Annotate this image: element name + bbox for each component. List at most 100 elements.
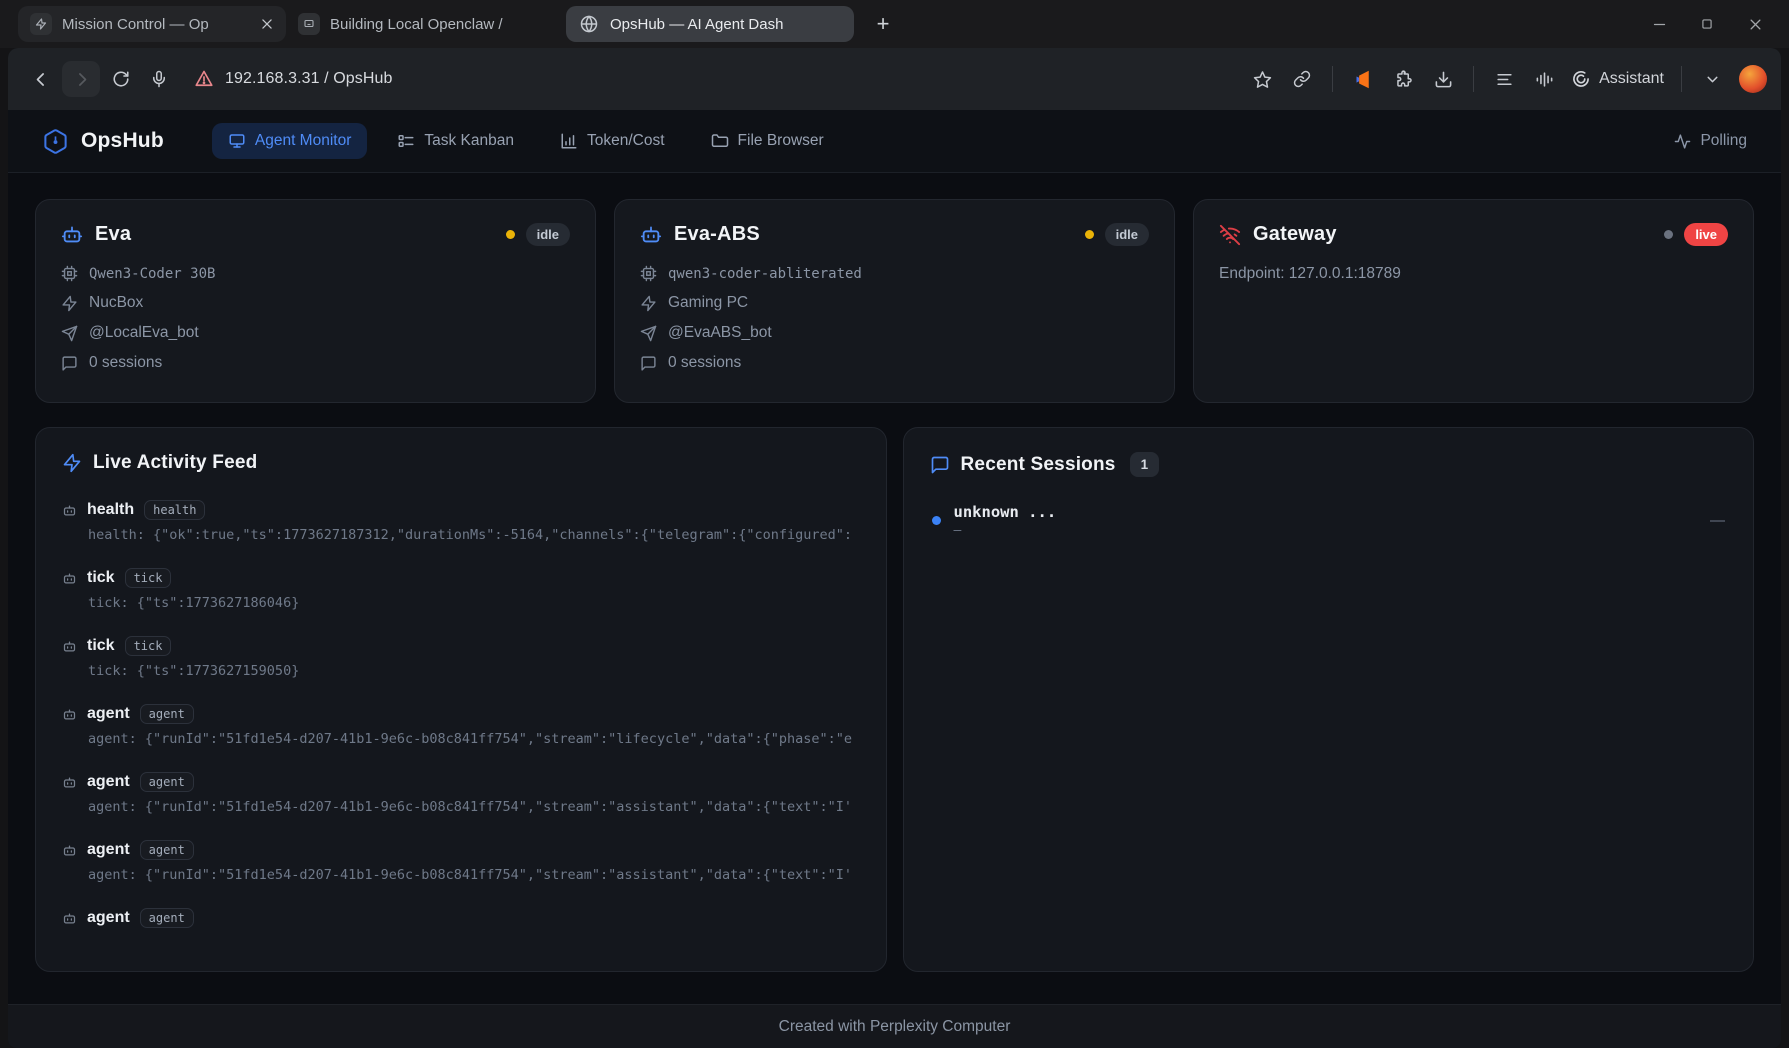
window-close-button[interactable] — [1731, 5, 1779, 43]
download-icon[interactable] — [1424, 61, 1462, 97]
agent-cards-row: Eva idle Qwen3-Coder 30B NucBox @Loc — [35, 199, 1754, 403]
robot-icon — [62, 639, 77, 654]
window-maximize-button[interactable] — [1683, 5, 1731, 43]
agent-card-eva[interactable]: Eva idle Qwen3-Coder 30B NucBox @Loc — [35, 199, 596, 403]
nav-task-kanban[interactable]: Task Kanban — [381, 123, 530, 159]
globe-favicon-icon — [578, 13, 600, 35]
toolbar-divider — [1473, 66, 1474, 92]
live-activity-feed-panel: Live Activity Feed health health health:… — [35, 427, 887, 972]
nav-token-cost[interactable]: Token/Cost — [544, 123, 681, 159]
send-icon — [640, 325, 657, 342]
back-button[interactable] — [22, 61, 60, 97]
event-label: agent — [87, 909, 130, 927]
gateway-card[interactable]: Gateway live Endpoint: 127.0.0.1:18789 — [1193, 199, 1754, 403]
tab-building-openclaw[interactable]: Building Local Openclaw / — [286, 6, 566, 42]
gateway-name: Gateway — [1253, 223, 1337, 246]
assistant-button[interactable]: Assistant — [1565, 69, 1670, 89]
live-badge: live — [1684, 223, 1728, 246]
megaphone-extension-icon[interactable] — [1344, 61, 1382, 97]
tab-title: OpsHub — AI Agent Dash — [610, 16, 842, 33]
event-label: agent — [87, 705, 130, 723]
brand: OpsHub — [42, 128, 164, 155]
chat-bubble-icon — [640, 355, 657, 372]
nav-file-browser[interactable]: File Browser — [695, 123, 840, 159]
panel-title: Live Activity Feed — [93, 452, 257, 474]
agent-telegram-row: @LocalEva_bot — [61, 324, 570, 342]
wifi-off-icon — [1219, 224, 1241, 246]
tab-title: Mission Control — Op — [62, 16, 250, 33]
session-status-dot — [932, 516, 941, 525]
panel-header: Live Activity Feed — [62, 452, 860, 474]
feed-entry[interactable]: agent agent — [62, 908, 860, 928]
agent-telegram-row: @EvaABS_bot — [640, 324, 1149, 342]
event-payload: tick: {"ts":1773627159050} — [62, 663, 852, 679]
insecure-warning-icon[interactable] — [194, 69, 214, 89]
event-payload: tick: {"ts":1773627186046} — [62, 595, 852, 611]
nav-agent-monitor[interactable]: Agent Monitor — [212, 123, 368, 159]
agent-sessions-row: 0 sessions — [640, 354, 1149, 372]
zap-icon — [640, 295, 657, 312]
brand-name: OpsHub — [81, 129, 164, 153]
microphone-icon[interactable] — [140, 61, 178, 97]
reload-button[interactable] — [102, 61, 140, 97]
openclaw-favicon-icon — [298, 13, 320, 35]
polling-status[interactable]: Polling — [1674, 132, 1747, 150]
nav-label: Token/Cost — [587, 132, 665, 150]
status-badge: idle — [1105, 223, 1149, 246]
feed-entry[interactable]: health health health: {"ok":true,"ts":17… — [62, 500, 860, 543]
robot-icon — [62, 571, 77, 586]
assistant-swirl-icon — [1571, 69, 1591, 89]
gateway-status: live — [1664, 223, 1728, 246]
extensions-puzzle-icon[interactable] — [1384, 61, 1422, 97]
zap-icon — [61, 295, 78, 312]
event-payload: agent: {"runId":"51fd1e54-d207-41b1-9e6c… — [62, 799, 852, 815]
agent-card-eva-abs[interactable]: Eva-ABS idle qwen3-coder-abliterated Gam… — [614, 199, 1175, 403]
polling-label: Polling — [1700, 132, 1747, 150]
audio-waveform-icon[interactable] — [1525, 61, 1563, 97]
tab-close-icon[interactable] — [260, 17, 274, 31]
agent-sessions-row: 0 sessions — [61, 354, 570, 372]
event-payload: health: {"ok":true,"ts":1773627187312,"d… — [62, 527, 852, 543]
chat-bubble-icon — [61, 355, 78, 372]
chevron-down-icon[interactable] — [1693, 61, 1731, 97]
robot-icon — [62, 843, 77, 858]
page-footer: Created with Perplexity Computer — [8, 1004, 1781, 1048]
tab-mission-control[interactable]: Mission Control — Op — [18, 6, 286, 42]
session-list-item[interactable]: unknown ... — — — [930, 503, 1728, 538]
event-label: health — [87, 501, 134, 519]
feed-entry[interactable]: agent agent agent: {"runId":"51fd1e54-d2… — [62, 772, 860, 815]
panel-header: Recent Sessions 1 — [930, 452, 1728, 477]
kanban-list-icon — [397, 132, 415, 150]
robot-icon — [61, 224, 83, 246]
address-bar[interactable]: 192.168.3.31 / OpsHub — [194, 69, 393, 89]
session-text: unknown ... — — [954, 503, 1057, 538]
feed-entry[interactable]: agent agent agent: {"runId":"51fd1e54-d2… — [62, 840, 860, 883]
agent-sessions: 0 sessions — [668, 354, 741, 372]
agent-name: Eva-ABS — [674, 223, 760, 246]
tab-opshub-active[interactable]: OpsHub — AI Agent Dash — [566, 6, 854, 42]
copy-link-icon[interactable] — [1283, 61, 1321, 97]
agent-model: qwen3-coder-abliterated — [668, 266, 862, 282]
profile-avatar[interactable] — [1739, 65, 1767, 93]
main-nav: Agent Monitor Task Kanban Token/Cost Fil… — [212, 123, 840, 159]
event-label: tick — [87, 637, 115, 655]
window-minimize-button[interactable] — [1635, 5, 1683, 43]
feed-entry[interactable]: agent agent agent: {"runId":"51fd1e54-d2… — [62, 704, 860, 747]
toolbar-divider — [1681, 66, 1682, 92]
new-tab-button[interactable]: + — [868, 9, 898, 39]
agent-host-row: NucBox — [61, 294, 570, 312]
reading-list-icon[interactable] — [1485, 61, 1523, 97]
feed-entry[interactable]: tick tick tick: {"ts":1773627186046} — [62, 568, 860, 611]
forward-button[interactable] — [62, 61, 100, 97]
mission-control-favicon-icon — [30, 13, 52, 35]
feed-entry[interactable]: tick tick tick: {"ts":1773627159050} — [62, 636, 860, 679]
dashboard-content: Eva idle Qwen3-Coder 30B NucBox @Loc — [8, 173, 1781, 1004]
agent-telegram: @LocalEva_bot — [89, 324, 199, 342]
toolbar-divider — [1332, 66, 1333, 92]
event-type-badge: health — [144, 500, 205, 520]
panels-row: Live Activity Feed health health health:… — [35, 427, 1754, 972]
card-header: Eva-ABS idle — [640, 223, 1149, 246]
browser-tab-bar: Mission Control — Op Building Local Open… — [0, 0, 1789, 48]
bookmark-star-icon[interactable] — [1243, 61, 1281, 97]
opshub-logo-icon — [42, 128, 69, 155]
